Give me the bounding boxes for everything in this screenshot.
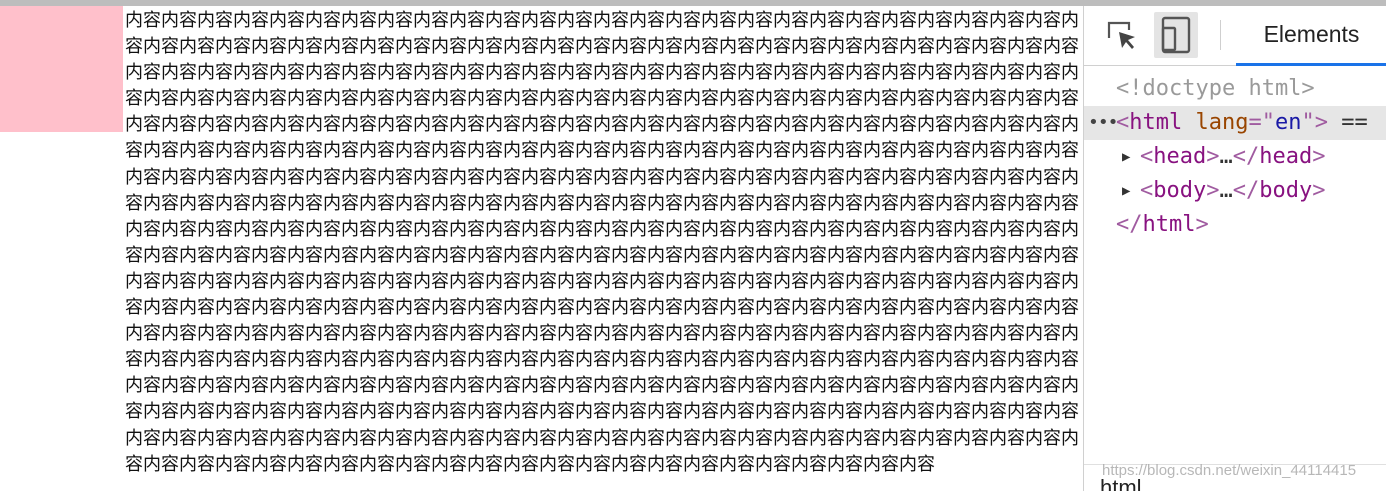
- inspect-element-button[interactable]: [1100, 12, 1144, 58]
- expand-body-icon[interactable]: ▶: [1122, 174, 1130, 208]
- devtools-panel: Elements <!doctype html> ••• <html lang=…: [1083, 6, 1386, 491]
- dom-node-doctype[interactable]: <!doctype html>: [1084, 72, 1386, 106]
- body-tag: <body>…</body>: [1140, 178, 1326, 203]
- device-toolbar-icon: [1161, 16, 1191, 54]
- content-text: 内容内容内容内容内容内容内容内容内容内容内容内容内容内容内容内容内容内容内容内容…: [125, 10, 1079, 475]
- head-tag: <head>…</head>: [1140, 144, 1326, 169]
- watermark: https://blog.csdn.net/weixin_44114415: [1102, 462, 1357, 479]
- dom-node-body[interactable]: ▶ <body>…</body>: [1084, 174, 1386, 208]
- page-viewport: 内容内容内容内容内容内容内容内容内容内容内容内容内容内容内容内容内容内容内容内容…: [0, 6, 1083, 491]
- html-open-tag: <html lang="en"> ==: [1116, 110, 1368, 135]
- toolbar-divider: [1220, 20, 1221, 50]
- dom-node-html[interactable]: ••• <html lang="en"> ==: [1084, 106, 1386, 140]
- html-close-tag: </html>: [1116, 212, 1209, 237]
- doctype-text: <!doctype html>: [1116, 76, 1315, 101]
- more-options-icon[interactable]: •••: [1088, 106, 1118, 140]
- inspect-element-icon: [1107, 21, 1135, 49]
- dom-node-head[interactable]: ▶ <head>…</head>: [1084, 140, 1386, 174]
- dom-node-html-close[interactable]: </html>: [1084, 208, 1386, 242]
- expand-head-icon[interactable]: ▶: [1122, 140, 1130, 174]
- pink-box: [0, 6, 123, 132]
- tab-elements[interactable]: Elements: [1236, 6, 1386, 66]
- device-toolbar-button[interactable]: [1154, 12, 1198, 58]
- devtools-toolbar: Elements: [1084, 6, 1386, 66]
